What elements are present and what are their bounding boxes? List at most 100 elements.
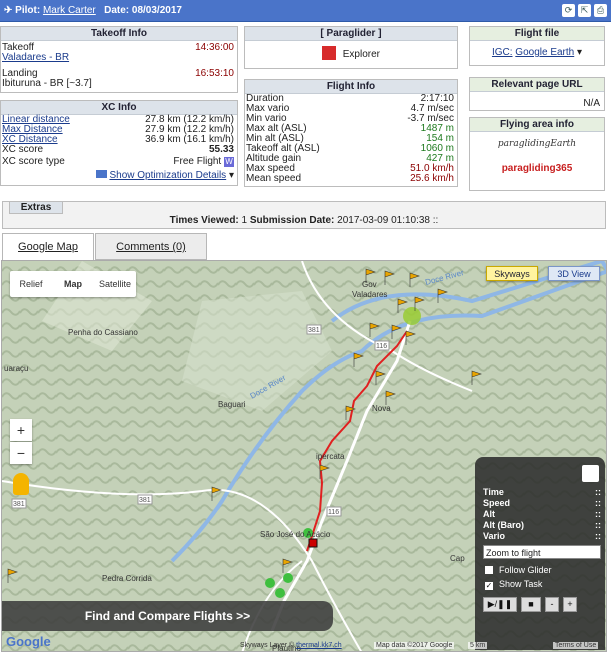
place-label: Penha do Cassiano [68, 328, 138, 337]
xc-score-type-label: XC score type [2, 156, 65, 167]
zoom-out-button[interactable]: − [10, 442, 32, 464]
takeoff-info-title: Takeoff Info [1, 27, 237, 41]
zoom-in-button[interactable]: + [10, 419, 32, 441]
scale-bar: 5 km [468, 642, 488, 649]
chevron-down-icon: ▾ [577, 47, 583, 58]
zoom-to-flight-select[interactable]: Zoom to flight [483, 545, 601, 559]
road-label: 116 [376, 343, 387, 350]
player-speed-value: :: [595, 498, 601, 508]
glider-model: Explorer [342, 49, 381, 60]
map-type-relief[interactable]: Relief [10, 271, 52, 297]
tab-google-map[interactable]: Google Map [2, 233, 94, 260]
times-viewed-line: Times Viewed: 1 Submission Date: 2017-03… [3, 215, 605, 226]
flying-area-title: Flying area info [470, 118, 604, 132]
relevant-url-title: Relevant page URL [470, 78, 604, 92]
player-time-label: Time [483, 487, 504, 497]
player-speed-label: Speed [483, 498, 511, 508]
glider-model-row: Explorer [245, 46, 457, 60]
checkbox-checked-icon[interactable]: ✓ [485, 582, 493, 590]
xc-info-panel: XC Info Linear distance 27.8 km (12.2 km/… [0, 100, 238, 186]
3d-view-button[interactable]: 3D View [548, 266, 600, 281]
xc-info-title: XC Info [1, 101, 237, 115]
pilot-icon: ✈ [4, 5, 13, 16]
flying-area-panel: Flying area info paraglidingEarth paragl… [469, 117, 605, 191]
glider-title: [ Paraglider ] [320, 28, 382, 39]
relevant-url-value: N/A [583, 98, 600, 109]
player-vario-value: :: [595, 531, 601, 541]
table-icon [96, 170, 108, 178]
xc-score-type: Free Flight [173, 156, 222, 167]
flight-info-rows: Duration 2:17:10 Max vario 4.7 m/sec Min var… [245, 94, 457, 184]
map-type-satellite[interactable]: Satellite [94, 271, 136, 297]
extras-bar: Extras Times Viewed: 1 Submission Date: … [2, 201, 606, 229]
chevron-down-icon: ▾ [228, 170, 234, 181]
share-icon[interactable]: ⇱ [578, 4, 591, 17]
paraglidingearth-logo[interactable]: paraglidingEarth [470, 139, 604, 149]
map-type-map[interactable]: Map [52, 271, 94, 297]
player-vario-label: Vario [483, 531, 506, 541]
submission-date: 2017-03-09 01:10:38 :: [337, 215, 439, 226]
stop-button[interactable]: ■ [521, 597, 541, 612]
takeoff-marker[interactable] [403, 307, 421, 325]
map-data-attribution: Map data ©2017 Google [374, 642, 455, 649]
takeoff-info-panel: Takeoff Info Takeoff 14:36:00 Valadares -… [0, 26, 238, 93]
igc-label: IGC: [491, 47, 513, 58]
landing-place: Ibituruna - BR [~3.7] [2, 78, 92, 89]
show-task-label: Show Task [499, 579, 543, 589]
submission-label: Submission Date: [249, 215, 335, 226]
checkbox-icon[interactable] [485, 566, 493, 574]
times-viewed-label: Times Viewed: [169, 215, 239, 226]
follow-glider-label: Follow Glider [499, 565, 552, 575]
xc-score-label: XC score [2, 144, 44, 155]
kk7-link[interactable]: thermal.kk7.ch [296, 642, 342, 649]
find-compare-flights-button[interactable]: Find and Compare Flights >> [2, 601, 333, 631]
show-task-checkbox[interactable]: ✓ Show Task [485, 578, 542, 590]
play-pause-button[interactable]: ▶/❚❚ [483, 597, 517, 612]
landing-marker[interactable] [308, 538, 318, 548]
date-label: Date: [104, 5, 130, 16]
google-earth-link[interactable]: Google Earth [515, 47, 574, 58]
place-label: uaraçu [4, 364, 28, 373]
place-label: Valadares [352, 290, 387, 299]
flight-file-panel: Flight file IGC: Google Earth ▾ [469, 26, 605, 66]
flight-info-row: Mean speed 25.6 km/h [245, 174, 457, 184]
paragliding365-logo[interactable]: paragliding365 [470, 163, 604, 174]
flight-file-title: Flight file [470, 27, 604, 41]
faster-button[interactable]: + [563, 597, 577, 612]
place-label: Baguari [218, 400, 246, 409]
player-alt-baro-label: Alt (Baro) [483, 520, 524, 530]
google-map[interactable]: Gov Valadares Penha do Cassiano Baguari … [1, 260, 607, 652]
xc-score-value: 55.33 [208, 144, 234, 155]
flight-info-title: Flight Info [245, 80, 457, 94]
skyways-attribution: Skyways Layer © thermal.kk7.ch [240, 642, 342, 649]
flight-info-label: Mean speed [246, 173, 302, 184]
place-label: Gov [362, 280, 377, 289]
tab-comments[interactable]: Comments (0) [95, 233, 207, 260]
optimization-details-link[interactable]: Show Optimization Details [109, 170, 226, 181]
place-label: Pedra Corrida [102, 574, 152, 583]
player-alt-baro-value: :: [595, 520, 601, 530]
glider-title-row: [ Paraglider ] [245, 27, 457, 41]
skyways-button[interactable]: Skyways [486, 266, 538, 281]
follow-glider-checkbox[interactable]: Follow Glider [485, 564, 552, 576]
street-view-pegman-icon[interactable] [13, 473, 29, 495]
pilot-name-link[interactable]: Mark Carter [43, 5, 96, 16]
fullscreen-icon[interactable] [582, 465, 599, 482]
flight-info-panel: Flight Info Duration 2:17:10 Max vario 4.7 … [244, 79, 458, 187]
player-time-value: :: [595, 487, 601, 497]
pilot-info: ✈ Pilot: Mark Carter Date: 08/03/2017 [4, 5, 182, 16]
refresh-icon[interactable]: ⟳ [562, 4, 575, 17]
extras-tab[interactable]: Extras [9, 201, 63, 214]
google-logo[interactable]: Google [6, 634, 51, 649]
road-label: 381 [13, 501, 25, 508]
date-value: 08/03/2017 [131, 5, 182, 16]
takeoff-place-link[interactable]: Valadares - BR [2, 53, 69, 63]
print-icon[interactable]: ⎙ [594, 4, 607, 17]
terms-link[interactable]: Terms of Use [553, 642, 599, 649]
flight-info-value: 25.6 km/h [410, 173, 454, 184]
slower-button[interactable]: - [545, 597, 559, 612]
place-label: Nova [372, 404, 391, 413]
takeoff-time: 14:36:00 [195, 42, 234, 53]
relevant-url-panel: Relevant page URL N/A [469, 77, 605, 111]
glider-brand-icon [321, 46, 336, 60]
